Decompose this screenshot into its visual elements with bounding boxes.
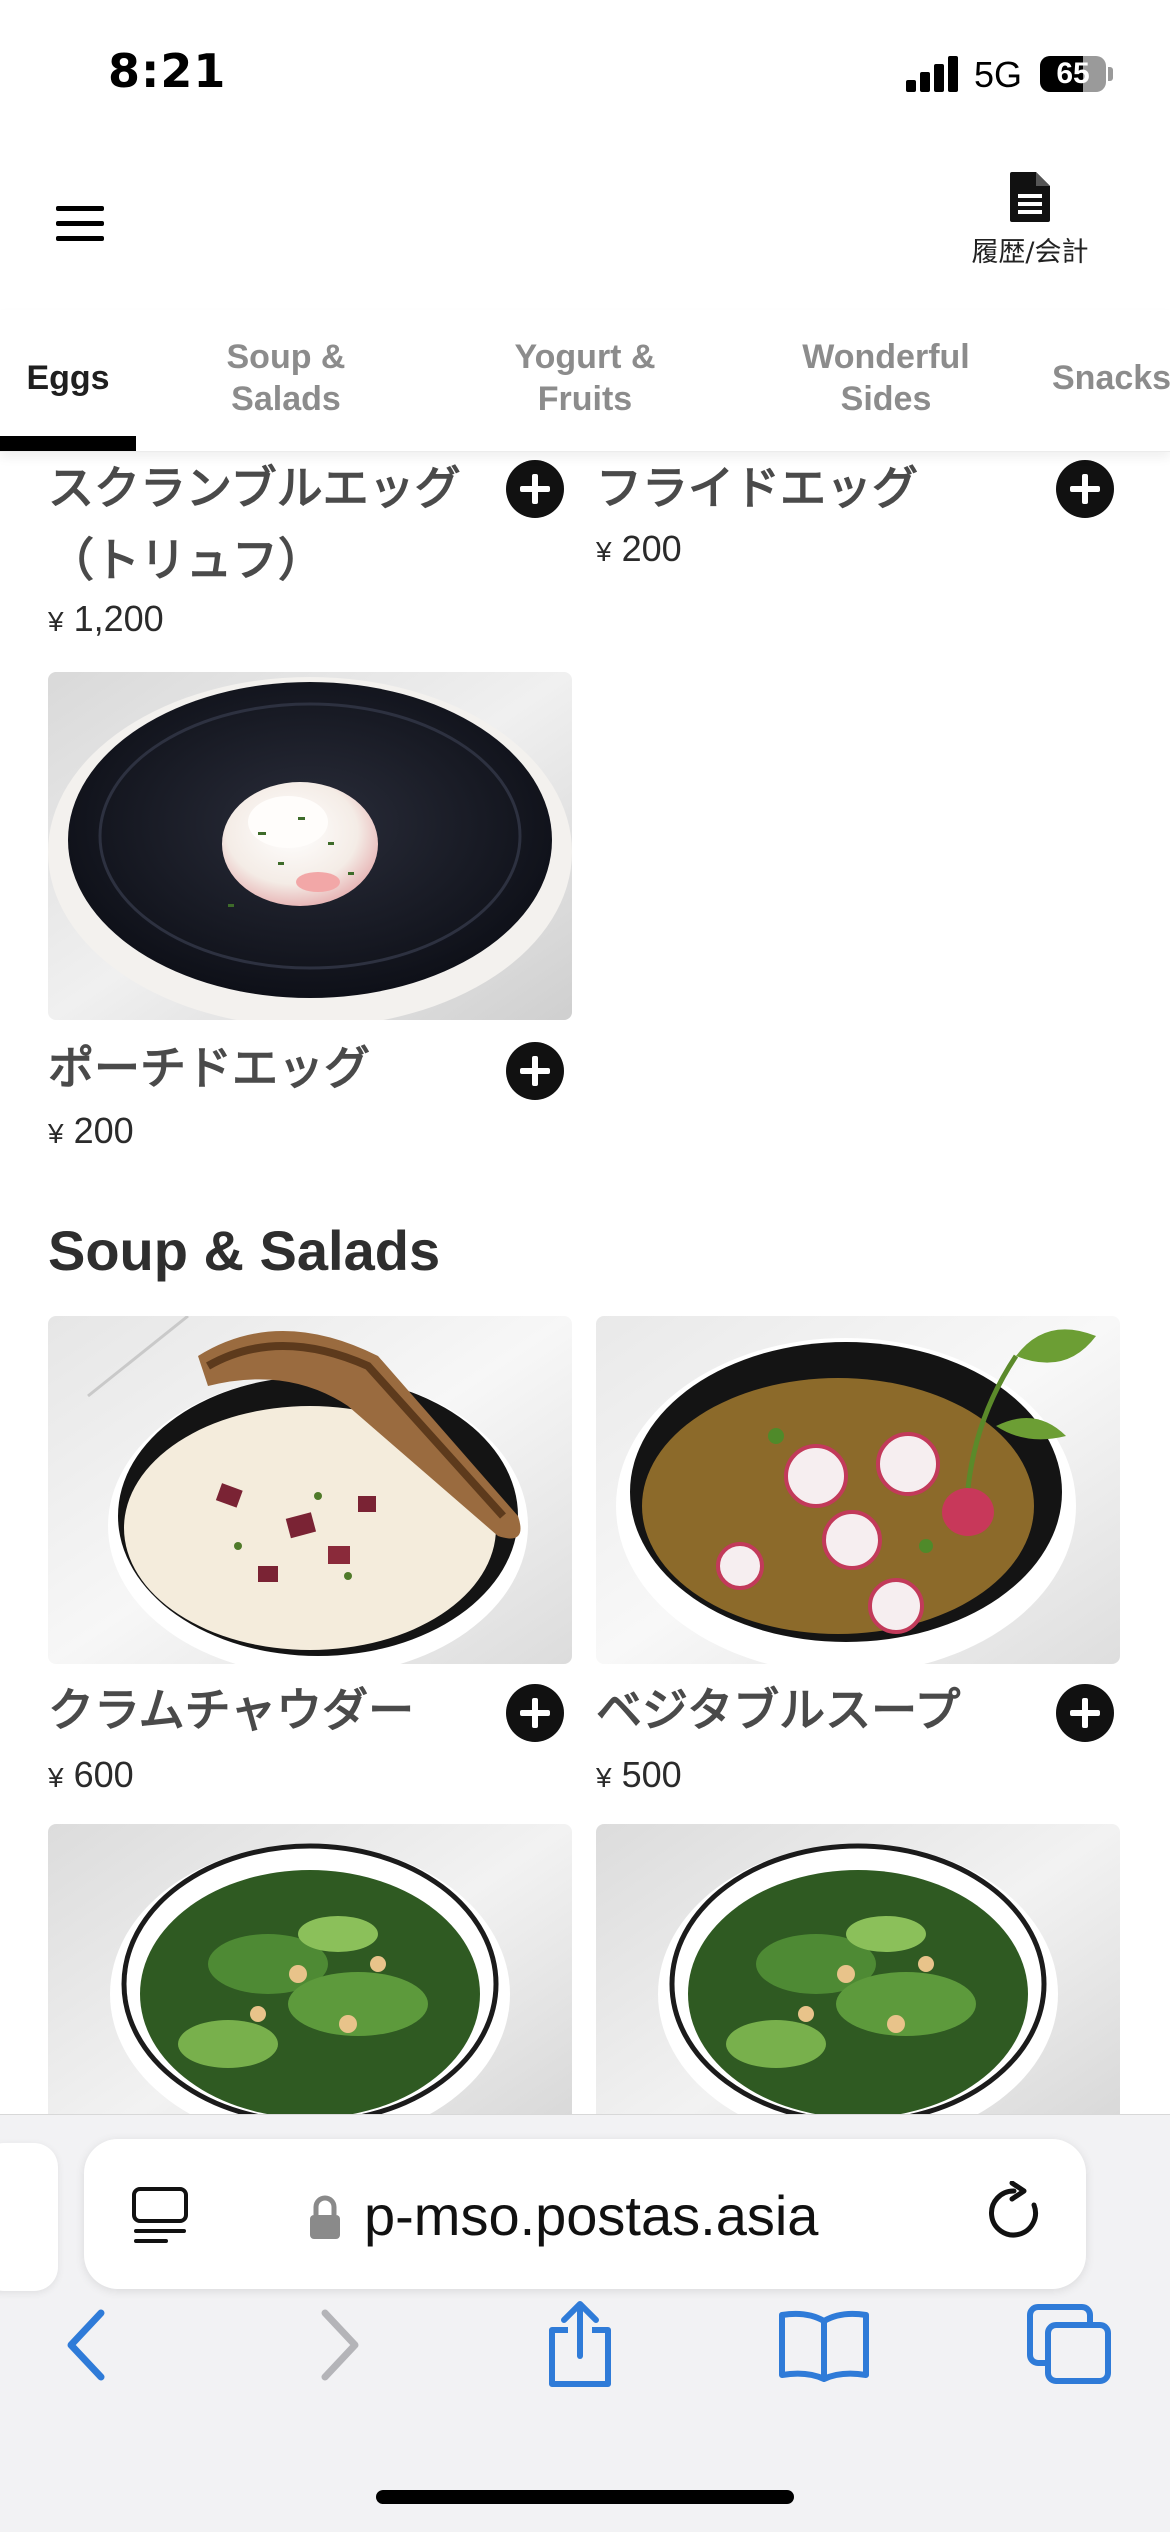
add-item-button[interactable] — [506, 1684, 564, 1742]
item-name: クラムチャウダー — [48, 1683, 415, 1737]
active-tab-indicator — [0, 436, 136, 451]
forward-button[interactable] — [290, 2295, 390, 2395]
menu-item-poached-egg[interactable]: ポーチドエッグ ¥200 — [48, 1032, 572, 1172]
forward-icon — [321, 2309, 359, 2381]
menu-item-vegetable-soup[interactable]: ベジタブルスープ ¥500 — [596, 1674, 1120, 1814]
price-value: 600 — [73, 1754, 134, 1795]
salad-photo[interactable] — [596, 1824, 1120, 2114]
tab-yogurt-fruits[interactable]: Yogurt & Fruits — [492, 328, 678, 428]
address-bar[interactable]: p-mso.postas.asia — [84, 2139, 1086, 2289]
previous-tab-preview[interactable] — [0, 2143, 58, 2291]
item-price: ¥200 — [596, 528, 682, 570]
back-icon — [67, 2309, 105, 2381]
tab-wonderful-sides[interactable]: Wonderful Sides — [782, 328, 990, 428]
vegetable-soup-photo[interactable] — [596, 1316, 1120, 1664]
add-item-button[interactable] — [1056, 1684, 1114, 1742]
back-button[interactable] — [36, 2295, 136, 2395]
currency-symbol: ¥ — [48, 606, 64, 637]
bookmarks-button[interactable] — [774, 2295, 874, 2395]
history-label: 履歴/会計 — [971, 237, 1089, 268]
network-type: 5G — [974, 54, 1023, 95]
item-name: ポーチドエッグ — [48, 1041, 370, 1095]
battery-percent: 65 — [1056, 57, 1090, 90]
lock-icon — [310, 2195, 340, 2239]
menu-item-scrambled-egg[interactable]: スクランブルエッグ （トリュフ） ¥1,200 — [48, 452, 572, 652]
poached-egg-photo[interactable] — [48, 672, 572, 1020]
home-indicator[interactable] — [376, 2490, 794, 2504]
tabs-icon — [1027, 2304, 1111, 2384]
status-bar: 8:21 5G 65 — [0, 0, 1170, 140]
item-name: スクランブルエッグ （トリュフ） — [48, 461, 461, 587]
reader-icon[interactable] — [130, 2185, 190, 2245]
status-time: 8:21 — [108, 44, 227, 98]
url-text[interactable]: p-mso.postas.asia — [364, 2183, 818, 2248]
tab-snacks[interactable]: Snacks — [1052, 328, 1170, 428]
tab-soup-salads[interactable]: Soup & Salads — [196, 328, 376, 428]
add-item-button[interactable] — [506, 1042, 564, 1100]
share-button[interactable] — [530, 2295, 630, 2395]
hamburger-menu-icon[interactable] — [50, 200, 110, 250]
share-icon — [549, 2301, 611, 2387]
price-value: 200 — [621, 528, 682, 569]
menu-item-fried-egg[interactable]: フライドエッグ ¥200 — [596, 452, 1120, 592]
tabs-button[interactable] — [1020, 2295, 1120, 2395]
section-title-soup-salads: Soup & Salads — [48, 1219, 441, 1282]
document-icon — [1010, 172, 1050, 222]
clam-chowder-photo[interactable] — [48, 1316, 572, 1664]
price-value: 200 — [73, 1110, 134, 1151]
app-header: 履歴/会計 — [0, 140, 1170, 290]
item-name: フライドエッグ — [596, 461, 918, 515]
category-tabs: Eggs Soup & Salads Yogurt & Fruits Wonde… — [0, 310, 1170, 452]
currency-symbol: ¥ — [596, 1762, 612, 1793]
item-name: ベジタブルスープ — [596, 1683, 961, 1737]
history-checkout-button[interactable]: 履歴/会計 — [960, 170, 1100, 280]
tab-eggs[interactable]: Eggs — [0, 328, 136, 428]
browser-toolbar: p-mso.postas.asia — [0, 2114, 1170, 2532]
reload-icon[interactable] — [982, 2181, 1046, 2245]
price-value: 1,200 — [73, 598, 164, 639]
menu-item-clam-chowder[interactable]: クラムチャウダー ¥600 — [48, 1674, 572, 1814]
cellular-signal-icon — [906, 56, 960, 92]
price-value: 500 — [621, 1754, 682, 1795]
item-price: ¥1,200 — [48, 598, 164, 640]
battery-icon: 65 — [1040, 56, 1106, 92]
battery-cap — [1108, 67, 1113, 81]
currency-symbol: ¥ — [596, 536, 612, 567]
item-price: ¥600 — [48, 1754, 134, 1796]
currency-symbol: ¥ — [48, 1118, 64, 1149]
item-price: ¥500 — [596, 1754, 682, 1796]
add-item-button[interactable] — [506, 460, 564, 518]
bookmarks-icon — [779, 2310, 869, 2382]
currency-symbol: ¥ — [48, 1762, 64, 1793]
add-item-button[interactable] — [1056, 460, 1114, 518]
salad-photo[interactable] — [48, 1824, 572, 2114]
menu-content[interactable]: スクランブルエッグ （トリュフ） ¥1,200 フライドエッグ ¥200 ポーチ… — [0, 452, 1170, 2114]
item-price: ¥200 — [48, 1110, 134, 1152]
